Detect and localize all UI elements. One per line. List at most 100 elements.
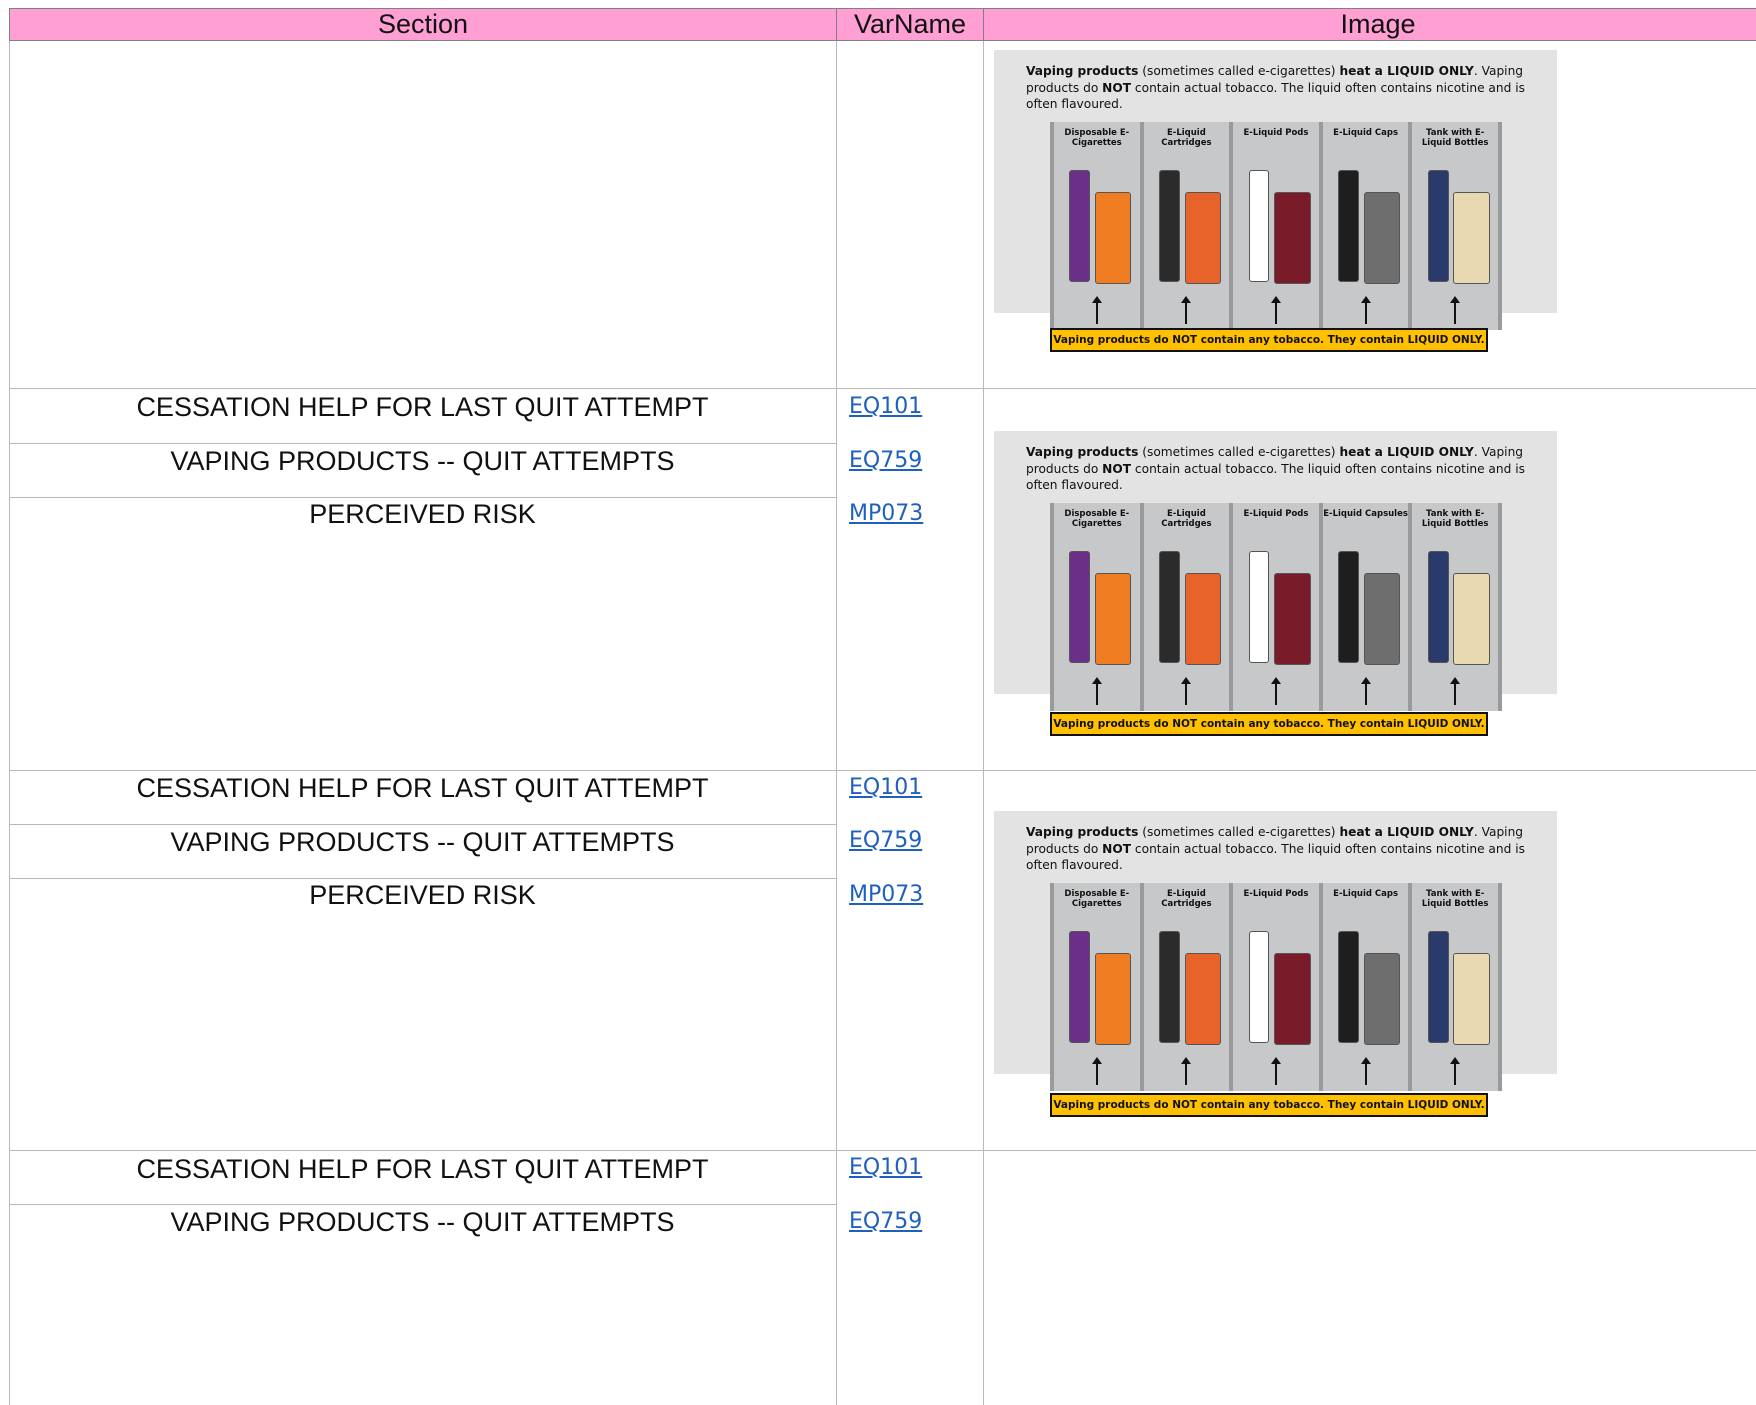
product-column: Tank with E-Liquid Bottles (1412, 122, 1498, 330)
varname-link[interactable]: MP073 (849, 880, 923, 910)
product-column-title: Tank with E-Liquid Bottles (1421, 889, 1489, 909)
liquid-only-banner: Vaping products do NOT contain any tobac… (1050, 1093, 1488, 1117)
vape-package-shape (1274, 953, 1311, 1045)
varname-link[interactable]: EQ759 (849, 1207, 922, 1237)
vape-device-shape (1427, 551, 1449, 663)
grid-line (9, 1204, 836, 1205)
up-arrow-icon (1450, 677, 1461, 705)
product-column-title: Tank with E-Liquid Bottles (1421, 509, 1489, 529)
intro-bold: Vaping products (1026, 825, 1139, 839)
vape-device-shape (1248, 931, 1270, 1043)
product-column: Disposable E-Cigarettes (1054, 503, 1140, 711)
grid-line (9, 824, 836, 825)
vape-device-shape (1159, 931, 1180, 1043)
grid-line (9, 443, 836, 444)
product-column: E-Liquid Caps (1322, 122, 1409, 330)
product-column-title: Disposable E-Cigarettes (1064, 889, 1130, 909)
product-column-title: Disposable E-Cigarettes (1064, 509, 1130, 529)
product-column: E-Liquid Pods (1233, 883, 1319, 1091)
vape-device-shape (1069, 551, 1091, 663)
varname-link[interactable]: EQ759 (849, 446, 922, 476)
up-arrow-icon (1270, 1057, 1281, 1085)
vape-device-shape (1069, 931, 1091, 1043)
varname-link[interactable]: EQ101 (849, 773, 922, 803)
header-varname: VarName (836, 8, 984, 41)
vape-package-shape (1453, 192, 1490, 284)
product-column: Tank with E-Liquid Bottles (1412, 883, 1498, 1091)
up-arrow-icon (1450, 1057, 1461, 1085)
vape-package-shape (1184, 953, 1221, 1045)
intro-text: Vaping products (sometimes called e-ciga… (1026, 444, 1546, 494)
header-image: Image (983, 8, 1756, 41)
product-column-title: E-Liquid Capsules (1323, 509, 1408, 519)
intro-bold: NOT (1102, 841, 1132, 856)
product-strip: Disposable E-Cigarettes E-Liquid Cartridg… (1050, 503, 1502, 711)
grid-line (9, 388, 1756, 389)
vape-device-shape (1159, 551, 1180, 663)
grid-line (9, 41, 10, 1405)
vape-device-shape (1338, 170, 1360, 282)
vape-device-shape (1427, 170, 1449, 282)
section-cell: VAPING PRODUCTS -- QUIT ATTEMPTS (170, 446, 675, 476)
vape-package-shape (1095, 192, 1132, 284)
product-column: E-Liquid Cartridges (1143, 122, 1230, 330)
vape-package-shape (1363, 573, 1401, 665)
intro-bold: NOT (1102, 80, 1132, 95)
product-column-title: Disposable E-Cigarettes (1064, 128, 1130, 148)
vape-device-shape (1069, 170, 1091, 282)
spreadsheet-table: Section VarName Image CESSATION HELP FOR… (9, 8, 1756, 1405)
vaping-products-image: Vaping products (sometimes called e-ciga… (994, 431, 1557, 736)
vape-device-shape (1248, 170, 1270, 282)
product-strip: Disposable E-Cigarettes E-Liquid Cartridg… (1050, 122, 1502, 330)
vape-package-shape (1095, 953, 1132, 1045)
up-arrow-icon (1181, 677, 1192, 705)
up-arrow-icon (1091, 677, 1102, 705)
up-arrow-icon (1270, 677, 1281, 705)
intro-bold: heat a LIQUID ONLY (1339, 64, 1474, 78)
up-arrow-icon (1181, 296, 1192, 324)
vaping-products-image: Vaping products (sometimes called e-ciga… (994, 811, 1557, 1117)
product-column-title: E-Liquid Caps (1333, 889, 1399, 899)
vape-package-shape (1453, 953, 1490, 1045)
grid-line (9, 1150, 1756, 1151)
varname-link[interactable]: EQ101 (849, 392, 922, 422)
up-arrow-icon (1360, 296, 1371, 324)
product-column: E-Liquid Capsules (1322, 503, 1409, 711)
grid-line (983, 41, 984, 1405)
product-column-title: E-Liquid Pods (1243, 889, 1309, 899)
intro-bold: heat a LIQUID ONLY (1339, 445, 1474, 459)
intro-text: Vaping products (sometimes called e-ciga… (1026, 63, 1546, 113)
product-column: Disposable E-Cigarettes (1054, 122, 1140, 330)
up-arrow-icon (1181, 1057, 1192, 1085)
up-arrow-icon (1360, 677, 1371, 705)
vape-package-shape (1184, 573, 1221, 665)
up-arrow-icon (1450, 296, 1461, 324)
varname-link[interactable]: MP073 (849, 499, 923, 529)
product-column: E-Liquid Cartridges (1143, 503, 1230, 711)
vaping-products-image: Vaping products (sometimes called e-ciga… (994, 50, 1557, 352)
intro-bold: Vaping products (1026, 64, 1139, 78)
varname-link[interactable]: EQ101 (849, 1153, 922, 1183)
product-column-title: E-Liquid Caps (1333, 128, 1399, 138)
intro-bold: heat a LIQUID ONLY (1339, 825, 1474, 839)
up-arrow-icon (1360, 1057, 1371, 1085)
varname-link[interactable]: EQ759 (849, 826, 922, 856)
vape-device-shape (1427, 931, 1449, 1043)
product-strip: Disposable E-Cigarettes E-Liquid Cartridg… (1050, 883, 1502, 1091)
product-column: E-Liquid Cartridges (1143, 883, 1230, 1091)
vape-package-shape (1184, 192, 1221, 284)
up-arrow-icon (1091, 1057, 1102, 1085)
vape-package-shape (1363, 192, 1401, 284)
grid-line (9, 770, 1756, 771)
vape-device-shape (1159, 170, 1180, 282)
intro-span: (sometimes called e-cigarettes) (1138, 445, 1340, 459)
product-column: Tank with E-Liquid Bottles (1412, 503, 1498, 711)
product-column: E-Liquid Pods (1233, 503, 1319, 711)
vape-package-shape (1453, 573, 1490, 665)
product-column-title: E-Liquid Cartridges (1161, 128, 1212, 148)
product-column-title: E-Liquid Cartridges (1161, 889, 1212, 909)
product-column-title: E-Liquid Pods (1243, 509, 1309, 519)
up-arrow-icon (1270, 296, 1281, 324)
grid-line (836, 41, 837, 1405)
vape-device-shape (1338, 931, 1360, 1043)
